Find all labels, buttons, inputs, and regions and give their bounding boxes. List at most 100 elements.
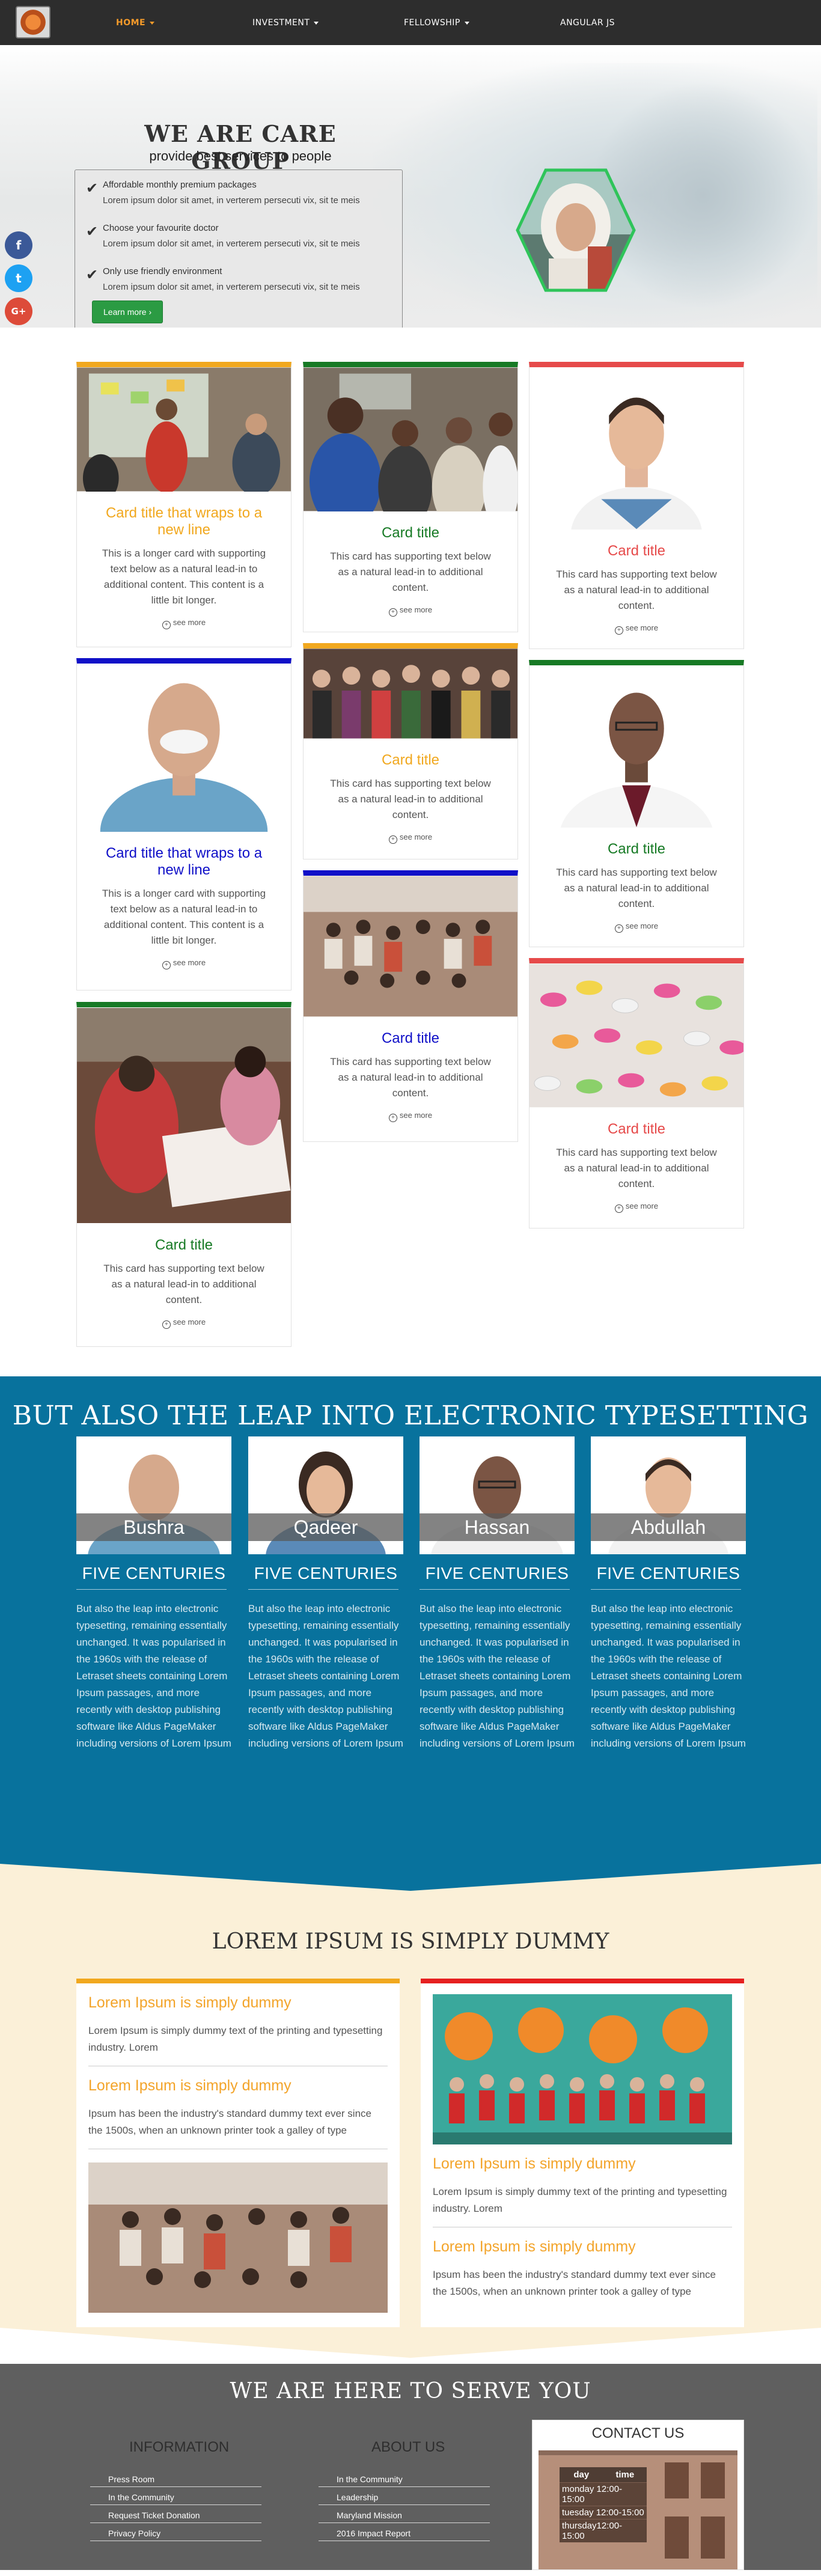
card-title: Card title	[154, 1237, 213, 1253]
right-panel: Lorem Ipsum is simply dummy Lorem Ipsum …	[421, 1979, 744, 2327]
team-section-title: BUT ALSO THE LEAP INTO ELECTRONIC TYPESE…	[12, 1400, 809, 1431]
card-title: Card title	[381, 525, 440, 541]
feature-item: ✔ Affordable monthly premium packages Lor…	[86, 180, 360, 206]
feature-item: ✔ Choose your favourite doctor Lorem ipsu…	[86, 223, 360, 249]
card: Card title This card has supporting text…	[303, 870, 518, 1142]
card-image	[77, 664, 291, 832]
left-panel: Lorem Ipsum is simply dummy Lorem Ipsum …	[76, 1979, 400, 2327]
nav-home[interactable]: HOME	[116, 18, 155, 28]
divider	[420, 1589, 570, 1590]
card-title: Card title that wraps to a new line	[105, 505, 263, 538]
twitter-icon[interactable]: t	[5, 264, 32, 292]
team-section: BUT ALSO THE LEAP INTO ELECTRONIC TYPESE…	[0, 1376, 821, 1894]
plus-circle-icon: +	[388, 1114, 397, 1122]
panel-text: Ipsum has been the industry's standard d…	[433, 2269, 716, 2297]
card: Card title This card has supporting text…	[303, 643, 518, 859]
contact-heading: CONTACT US	[591, 2425, 685, 2441]
plus-circle-icon: +	[388, 608, 397, 617]
card-image	[304, 367, 517, 511]
member-text: But also the leap into electronic typese…	[591, 1603, 746, 1749]
see-more-link[interactable]: + see more	[530, 1201, 743, 1213]
chevron-down-icon	[314, 21, 319, 25]
card-image	[304, 649, 517, 739]
hero-section: WE ARE CARE GROUP provide best services …	[0, 45, 821, 328]
facebook-icon[interactable]: f	[5, 231, 32, 259]
google-plus-icon[interactable]: G+	[5, 298, 32, 325]
footer-link-leadership[interactable]: Leadership	[319, 2488, 490, 2505]
hero-title: WE ARE CARE GROUP	[144, 120, 337, 174]
chevron-down-icon	[150, 21, 155, 25]
check-icon: ✔	[86, 267, 99, 283]
member-name: Hassan	[420, 1513, 575, 1541]
check-icon: ✔	[86, 224, 99, 240]
card-title: Card title	[381, 752, 440, 768]
panel-text: Lorem Ipsum is simply dummy text of the …	[433, 2186, 727, 2214]
about-heading: ABOUT US	[371, 2439, 445, 2455]
panel-heading: Lorem Ipsum is simply dummy	[88, 2077, 291, 2094]
hours-row: tuesday 12:00-15:00	[560, 2506, 647, 2519]
footer-link-privacy-policy[interactable]: Privacy Policy	[90, 2524, 261, 2541]
card: Card title This card has supporting text…	[529, 958, 744, 1228]
see-more-link[interactable]: + see more	[77, 618, 291, 629]
plus-circle-icon: +	[388, 835, 397, 844]
card-image	[530, 665, 743, 828]
team-member: Qadeer FIVE CENTURIES But also the leap …	[248, 1436, 403, 1752]
card: Card title that wraps to a new line This…	[76, 658, 291, 990]
footer-title: WE ARE HERE TO SERVE YOU	[230, 2379, 591, 2404]
member-photo: Abdullah	[591, 1436, 746, 1554]
card-grid: Card title that wraps to a new line This…	[0, 328, 821, 1376]
panel-text: Lorem Ipsum is simply dummy text of the …	[88, 2025, 383, 2053]
card-text: This card has supporting text below as a…	[556, 1147, 717, 1189]
card-image	[77, 367, 291, 492]
panel-text: Ipsum has been the industry's standard d…	[88, 2108, 371, 2136]
nav-angularjs[interactable]: ANGULAR JS	[560, 18, 615, 28]
see-more-link[interactable]: + see more	[77, 958, 291, 969]
card: Card title This card has supporting text…	[529, 660, 744, 947]
footer-link-maryland-mission[interactable]: Maryland Mission	[319, 2506, 490, 2523]
card: Card title This card has supporting text…	[76, 1002, 291, 1347]
information-heading: INFORMATION	[129, 2439, 230, 2455]
see-more-link[interactable]: + see more	[77, 1317, 291, 1329]
site-logo[interactable]	[16, 6, 50, 38]
footer-link-impact-report[interactable]: 2016 Impact Report	[319, 2524, 490, 2541]
dummy-section-title: LOREM IPSUM IS SIMPLY DUMMY	[212, 1929, 609, 1954]
footer-link-in-community[interactable]: In the Community	[319, 2470, 490, 2487]
card: Card title This card has supporting text…	[303, 362, 518, 632]
member-text: But also the leap into electronic typese…	[248, 1603, 403, 1749]
member-photo: Bushra	[76, 1436, 231, 1554]
nav-investment[interactable]: INVESTMENT	[252, 18, 319, 28]
divider	[591, 1589, 741, 1590]
card: Card title This card has supporting text…	[529, 362, 744, 649]
member-text: But also the leap into electronic typese…	[420, 1603, 575, 1749]
see-more-link[interactable]: + see more	[530, 623, 743, 635]
see-more-link[interactable]: + see more	[304, 605, 517, 617]
member-photo: Qadeer	[248, 1436, 403, 1554]
footer-link-ticket-donation[interactable]: Request Ticket Donation	[90, 2506, 261, 2523]
nav-fellowship[interactable]: FELLOWSHIP	[404, 18, 469, 28]
card-text: This card has supporting text below as a…	[330, 1056, 491, 1099]
check-icon: ✔	[86, 180, 99, 197]
section-divider-shape	[0, 2328, 821, 2364]
hours-row: monday 12:00-15:00	[560, 2482, 647, 2506]
panel-image	[433, 1994, 732, 2144]
see-more-link[interactable]: + see more	[304, 1111, 517, 1122]
learn-more-button[interactable]: Learn more ›	[92, 301, 163, 323]
member-heading: FIVE CENTURIES	[596, 1564, 740, 1583]
dummy-section: LOREM IPSUM IS SIMPLY DUMMY Lorem Ipsum …	[0, 1893, 821, 2364]
member-heading: FIVE CENTURIES	[82, 1564, 226, 1583]
plus-circle-icon: +	[162, 961, 171, 969]
card-image	[77, 1008, 291, 1223]
card-image	[530, 963, 743, 1108]
chevron-down-icon	[464, 21, 469, 25]
see-more-link[interactable]: + see more	[530, 921, 743, 933]
panel-heading: Lorem Ipsum is simply dummy	[433, 2238, 636, 2255]
card-text: This card has supporting text below as a…	[330, 551, 491, 593]
footer-link-community[interactable]: In the Community	[90, 2488, 261, 2505]
footer-link-press-room[interactable]: Press Room	[90, 2470, 261, 2487]
card-text: This card has supporting text below as a…	[556, 867, 717, 909]
plus-circle-icon: +	[614, 924, 623, 933]
card-text: This card has supporting text below as a…	[330, 778, 491, 820]
card-text: This card has supporting text below as a…	[103, 1263, 264, 1305]
see-more-link[interactable]: + see more	[304, 832, 517, 844]
divider	[76, 1589, 227, 1590]
